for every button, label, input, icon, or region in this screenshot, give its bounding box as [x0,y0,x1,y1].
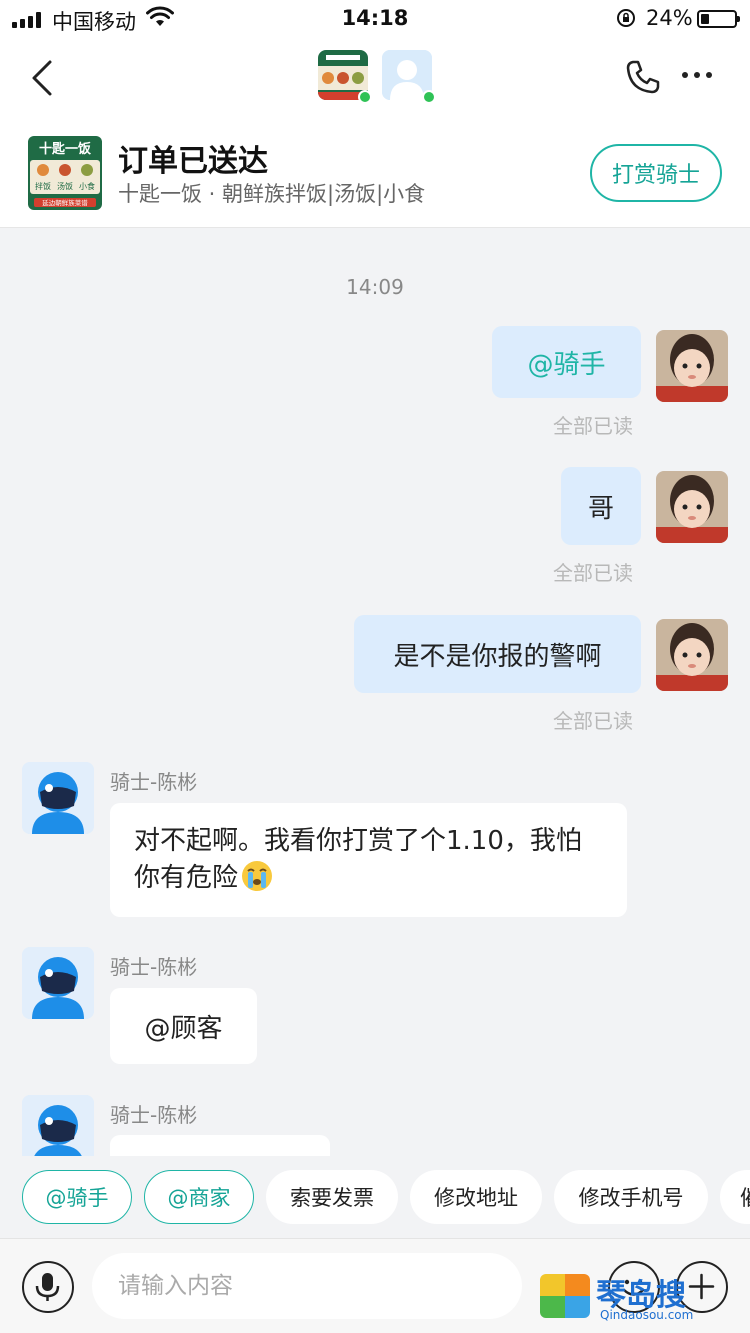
site-logo-mark [540,1274,590,1318]
svg-text:拌饭: 拌饭 [35,181,51,191]
status-bar: 中国移动 14:18 24% [0,0,750,38]
phone-icon[interactable] [624,58,662,96]
outgoing-message[interactable]: 是不是你报的警啊 [354,615,641,693]
sender-name: 骑士-陈彬 [110,1103,198,1127]
outgoing-message[interactable]: @骑手 [492,326,641,398]
sender-name: 骑士-陈彬 [110,770,198,794]
more-icon[interactable] [682,72,712,78]
microphone-icon [35,1273,60,1301]
message-input[interactable] [92,1253,522,1319]
restaurant-name: 十匙一饭 · 朝鲜族拌饭|汤饭|小食 [118,182,426,206]
incoming-message[interactable]: @顾客 [110,988,257,1064]
rider-avatar[interactable] [22,762,94,834]
rider-avatar[interactable] [22,947,94,1019]
svg-text:小食: 小食 [79,181,95,191]
battery-icon [697,10,740,28]
outgoing-message[interactable]: 哥 [561,467,641,545]
quick-reply-change-address[interactable]: 修改地址 [410,1170,542,1224]
message-list[interactable]: 14:09 @骑手 全部已读 哥 全部已读 是不是你报的警啊 全部已读 骑士-陈… [0,229,750,1156]
quick-reply-invoice[interactable]: 索要发票 [266,1170,398,1224]
svg-text:汤饭: 汤饭 [57,181,73,191]
quick-reply-mention-merchant[interactable]: @商家 [144,1170,254,1224]
chat-header [0,38,750,118]
tip-rider-button[interactable]: 打赏骑士 [590,144,722,202]
user-avatar[interactable] [656,619,728,691]
mention-text: @骑手 [527,349,606,380]
read-receipt: 全部已读 [553,561,633,585]
message-text: @顾客 [144,1013,223,1044]
battery-percent: 24% [646,6,693,30]
user-avatar[interactable] [656,471,728,543]
restaurant-logo: 十匙一饭 拌饭 汤饭 小食 延边朝鲜族菜谱 [28,136,102,210]
back-icon[interactable] [24,56,64,100]
read-receipt: 全部已读 [553,414,633,438]
svg-text:延边朝鲜族菜谱: 延边朝鲜族菜谱 [42,198,88,207]
incoming-message[interactable]: 对不起啊。我看你打赏了个1.10，我怕你有危险 [110,803,627,917]
message-text: 对不起啊。我看你打赏了个1.10，我怕你有危险 [134,826,582,893]
battery-level [701,14,709,24]
order-card[interactable]: 十匙一饭 拌饭 汤饭 小食 延边朝鲜族菜谱 订单已送达 十匙一饭 · 朝鲜族拌饭… [0,118,750,228]
sender-name: 骑士-陈彬 [110,955,198,979]
crying-face-icon [242,861,273,891]
message-text: 是不是你报的警啊 [393,641,602,672]
shop-online-dot [358,90,372,104]
quick-reply-bar: @骑手 @商家 索要发票 修改地址 修改手机号 催 [0,1156,750,1238]
message-text: 哥 [587,493,614,524]
clock: 14:18 [341,6,409,30]
quick-reply-urge[interactable]: 催 [720,1170,750,1224]
rider-avatar[interactable] [22,1095,94,1156]
site-logo: 琴岛搜 Qindaosou.com [540,1268,694,1328]
message-timestamp: 14:09 [346,275,404,299]
voice-button[interactable] [22,1261,74,1313]
site-url: Qindaosou.com [600,1308,694,1322]
rider-online-dot [422,90,436,104]
orientation-lock-icon [617,9,635,27]
order-status-title: 订单已送达 [118,144,268,179]
quick-reply-change-phone[interactable]: 修改手机号 [554,1170,708,1224]
incoming-message[interactable] [110,1135,330,1156]
read-receipt: 全部已读 [553,709,633,733]
svg-text:十匙一饭: 十匙一饭 [39,141,91,157]
user-avatar[interactable] [656,330,728,402]
quick-reply-mention-rider[interactable]: @骑手 [22,1170,132,1224]
